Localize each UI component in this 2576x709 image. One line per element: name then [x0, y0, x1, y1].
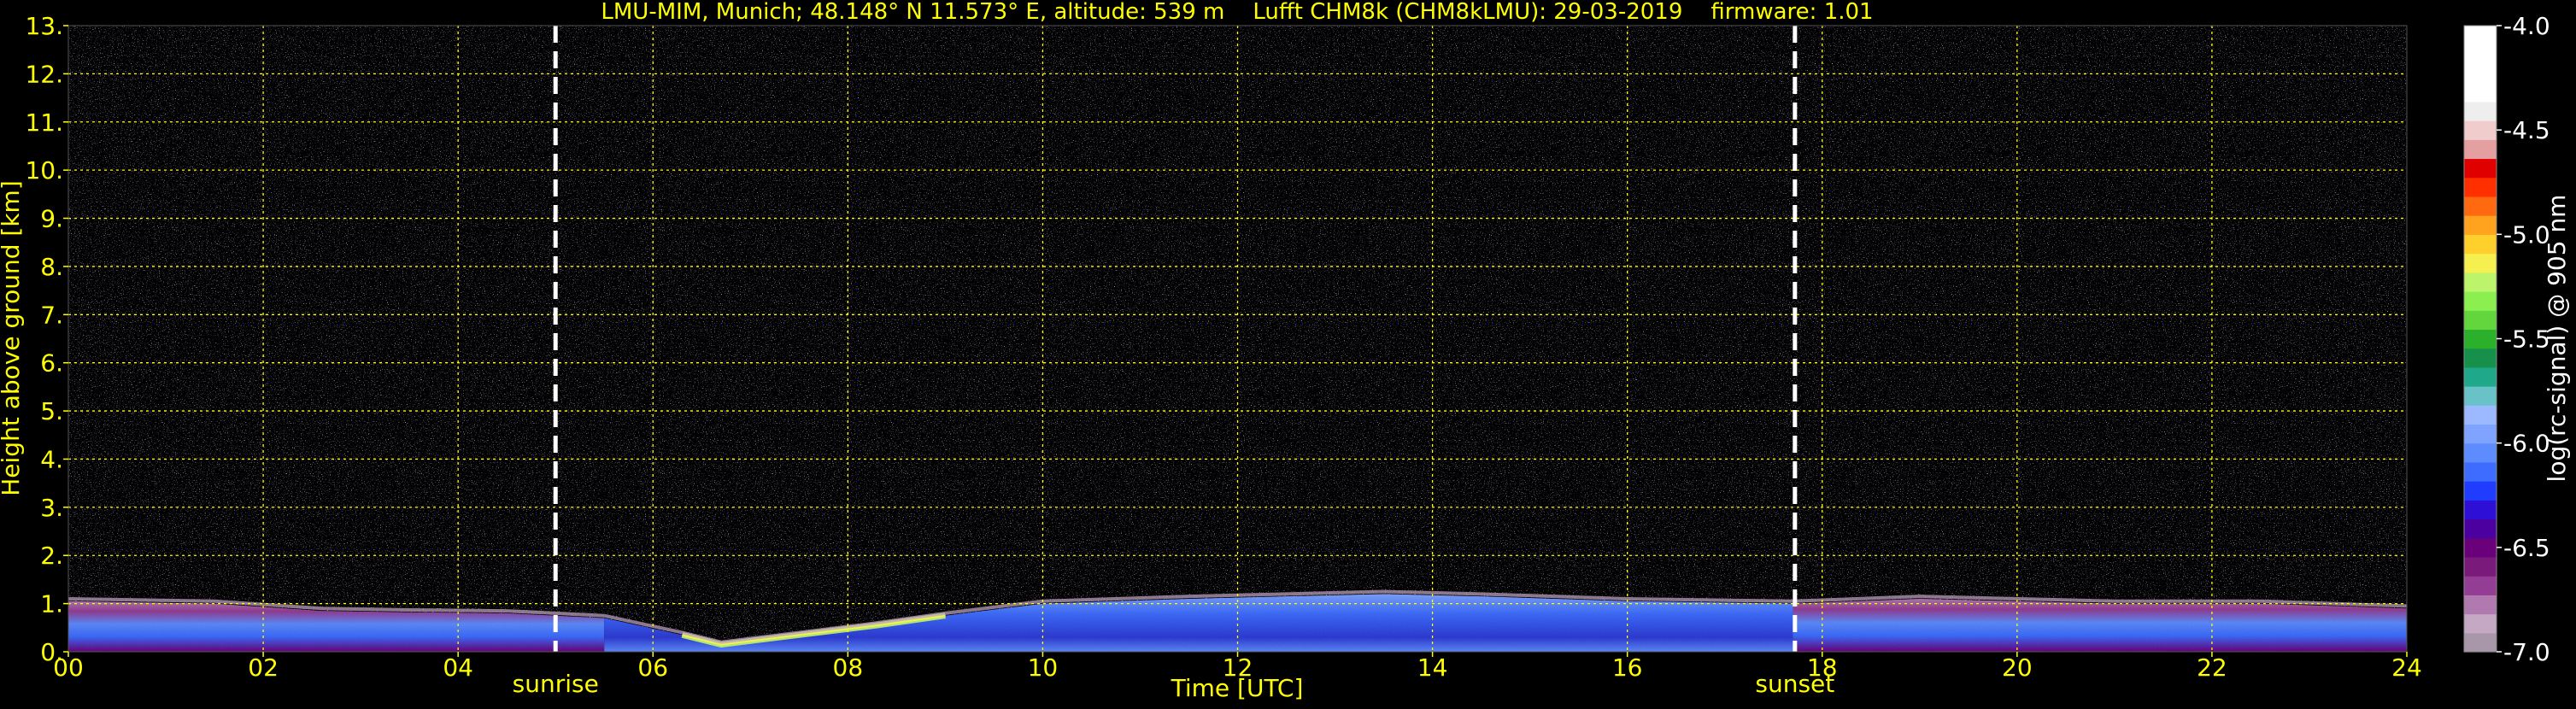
- colorbar-segment: [2464, 461, 2497, 482]
- colorbar-segment: [2464, 139, 2497, 160]
- x-tick-label: 04: [443, 653, 473, 682]
- colorbar-segment: [2464, 158, 2497, 179]
- colorbar-segment: [2464, 576, 2497, 595]
- x-tick-label: 18: [1807, 653, 1838, 682]
- colorbar-tick-label: -7.0: [2503, 638, 2550, 666]
- sunrise-label: sunrise: [513, 670, 599, 698]
- colorbar-tick-label: -4.0: [2503, 12, 2550, 40]
- y-tick-label: 7.: [40, 301, 63, 329]
- colorbar-segment: [2464, 366, 2497, 387]
- colorbar-segment: [2464, 481, 2497, 501]
- x-tick-label: 08: [833, 653, 864, 682]
- colorbar-segment: [2464, 595, 2497, 615]
- colorbar-segment: [2464, 348, 2497, 368]
- x-axis-label: Time [UTC]: [1171, 674, 1304, 702]
- y-tick-label: 6.: [40, 349, 63, 378]
- colorbar-segment: [2464, 196, 2497, 216]
- colorbar-segment: [2464, 329, 2497, 349]
- y-axis-ticks: 0. 1. 2. 3. 4. 5. 6. 7. 8. 9. 10. 11. 12. 13.: [25, 12, 68, 666]
- colorbar-segment: [2464, 519, 2497, 539]
- colorbar-tick-label: -4.5: [2503, 116, 2550, 144]
- x-tick-label: 06: [637, 653, 668, 682]
- colorbar-segment: [2464, 442, 2497, 463]
- y-tick-label: 2.: [40, 542, 63, 570]
- colorbar-segment: [2464, 613, 2497, 634]
- x-tick-label: 10: [1028, 653, 1059, 682]
- colorbar-segment: [2464, 234, 2497, 255]
- colorbar-segment: [2464, 120, 2497, 140]
- colorbar-label: log(rc-signal) @ 905 nm: [2543, 195, 2571, 483]
- ceilometer-figure: LMU-MIM, Munich; 48.148° N 11.573° E, al…: [0, 0, 2576, 706]
- colorbar: -4.0-4.5-5.0-5.5-6.0-6.5-7.0: [2463, 12, 2550, 666]
- plot-area: sunrise sunset: [67, 25, 2408, 698]
- colorbar-segment: [2464, 310, 2497, 330]
- x-tick-label: 16: [1612, 653, 1643, 682]
- y-axis-label: Height above ground [km]: [0, 180, 25, 496]
- colorbar-segment: [2464, 177, 2497, 197]
- colorbar-segment: [2464, 82, 2497, 103]
- y-tick-label: 5.: [40, 397, 63, 425]
- colorbar-tick-label: -6.5: [2503, 534, 2550, 562]
- y-tick-label: 11.: [25, 108, 63, 137]
- chart-title: LMU-MIM, Munich; 48.148° N 11.573° E, al…: [601, 0, 1873, 25]
- colorbar-segment: [2464, 290, 2497, 311]
- y-tick-label: 3.: [40, 494, 63, 522]
- x-tick-label: 02: [248, 653, 279, 682]
- y-tick-label: 10.: [25, 156, 63, 185]
- y-tick-label: 9.: [40, 205, 63, 233]
- colorbar-segment: [2464, 424, 2497, 444]
- night-aerosol-layer-evening: [1793, 598, 2407, 652]
- colorbar-segment: [2464, 632, 2497, 653]
- y-tick-label: 0.: [40, 638, 63, 666]
- x-tick-label: 22: [2197, 653, 2227, 682]
- x-tick-label: 14: [1417, 653, 1448, 682]
- y-tick-label: 8.: [40, 253, 63, 281]
- colorbar-segment: [2464, 101, 2497, 121]
- colorbar-segment: [2464, 253, 2497, 273]
- x-tick-label: 24: [2391, 653, 2422, 682]
- y-tick-label: 1.: [40, 590, 63, 618]
- y-tick-label: 4.: [40, 445, 63, 473]
- colorbar-segment: [2464, 63, 2497, 84]
- colorbar-segment: [2464, 537, 2497, 558]
- colorbar-segment: [2464, 386, 2497, 406]
- colorbar-segment: [2464, 272, 2497, 292]
- x-tick-label: 20: [2002, 653, 2033, 682]
- colorbar-segment: [2464, 44, 2497, 65]
- colorbar-segment: [2464, 215, 2497, 235]
- colorbar-segment: [2464, 556, 2497, 577]
- y-tick-label: 12.: [25, 60, 63, 88]
- y-tick-label: 13.: [25, 12, 63, 40]
- colorbar-segment: [2464, 405, 2497, 425]
- colorbar-segment: [2464, 26, 2497, 45]
- chart-svg: LMU-MIM, Munich; 48.148° N 11.573° E, al…: [0, 0, 2571, 702]
- colorbar-segment: [2464, 500, 2497, 520]
